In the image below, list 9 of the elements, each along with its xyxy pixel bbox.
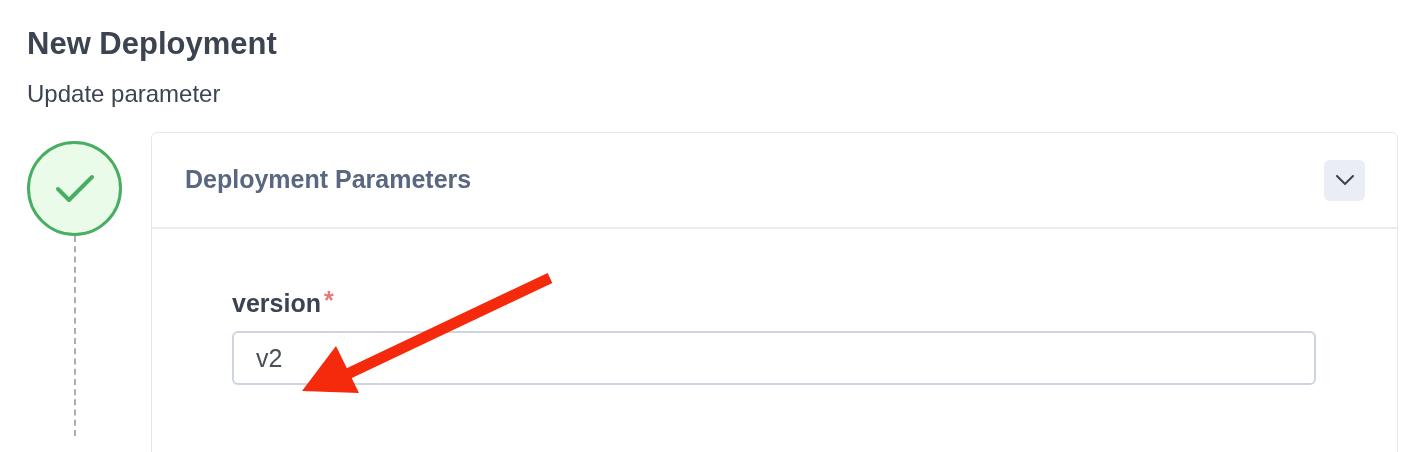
page-subtitle: Update parameter: [27, 79, 221, 109]
version-input-field[interactable]: v2: [232, 331, 1316, 385]
field-label: version: [232, 288, 321, 319]
card-title: Deployment Parameters: [185, 164, 472, 196]
page-title: New Deployment: [27, 25, 277, 63]
checkmark-icon: [54, 172, 95, 205]
chevron-icon: [1335, 175, 1354, 185]
collapse-toggle-button[interactable]: [1324, 159, 1365, 201]
required-asterisk: *: [323, 287, 334, 313]
